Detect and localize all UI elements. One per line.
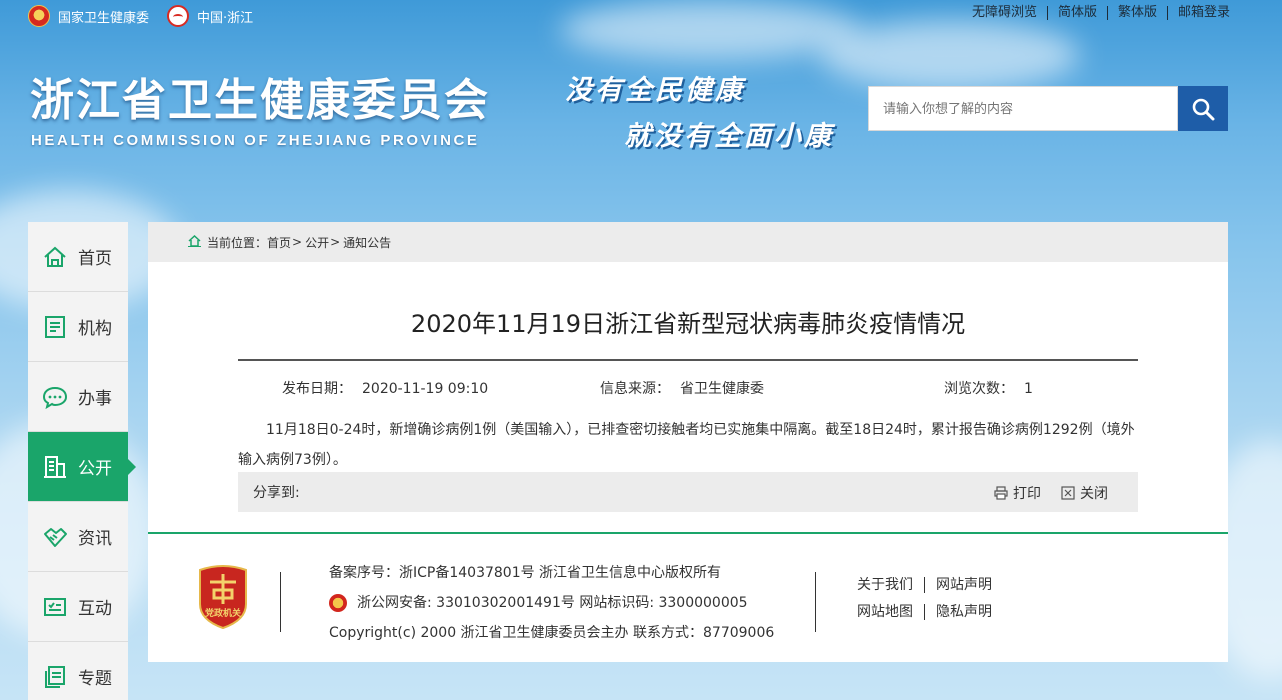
national-emblem-icon: [28, 5, 50, 27]
breadcrumb: 当前位置： 首页 > 公开 > 通知公告: [148, 222, 1228, 262]
article-body: 11月18日0-24时，新增确诊病例1例（美国输入），已排查密切接触者均已实施集…: [238, 422, 1135, 468]
badge-text: 党政机关: [205, 607, 241, 619]
breadcrumb-public[interactable]: 公开: [305, 234, 329, 251]
main-content: 当前位置： 首页 > 公开 > 通知公告 2020年11月19日浙江省新型冠状病毒肺…: [148, 222, 1228, 662]
files-icon: [42, 664, 68, 690]
top-right-links: 无障碍浏览 简体版 繁体版 邮箱登录: [962, 6, 1240, 20]
document-icon: [42, 314, 68, 340]
nav-item-label: 资讯: [78, 529, 112, 549]
zhejiang-label: 中国·浙江: [197, 10, 254, 26]
source-value: 省卫生健康委: [680, 381, 764, 397]
footer-links-row-2: 网站地图 隐私声明: [857, 599, 1003, 626]
side-nav: 首页 机构 办事 公开 资讯 互动 专题: [28, 222, 136, 700]
share-label: 分享到:: [253, 485, 300, 501]
site-subtitle: HEALTH COMMISSION OF ZHEJIANG PROVINCE: [31, 132, 480, 149]
nav-item-label: 专题: [78, 669, 112, 689]
privacy-statement-link[interactable]: 隐私声明: [924, 604, 1003, 620]
about-us-link[interactable]: 关于我们: [857, 577, 924, 593]
breadcrumb-separator: >: [330, 235, 341, 249]
share-actions: 打印 关闭: [974, 483, 1108, 503]
location-home-icon: [188, 234, 201, 250]
nav-item-label: 办事: [78, 389, 112, 409]
source-label: 信息来源：: [600, 381, 670, 397]
search-input[interactable]: [868, 86, 1178, 131]
breadcrumb-separator: >: [292, 235, 303, 249]
slogan-line-1: 没有全民健康: [565, 75, 745, 106]
publish-value: 2020-11-19 09:10: [362, 381, 489, 397]
views-label: 浏览次数：: [944, 381, 1014, 397]
share-bar: 分享到: 打印 关闭: [238, 472, 1138, 512]
close-icon: [1061, 486, 1075, 500]
view-count: 浏览次数： 1: [944, 378, 1033, 398]
nav-item-services[interactable]: 办事: [28, 362, 128, 432]
home-icon: [42, 244, 68, 270]
mail-login-link[interactable]: 邮箱登录: [1166, 6, 1240, 20]
party-government-badge[interactable]: 党政机关: [196, 564, 250, 630]
chat-icon: [42, 384, 68, 410]
footer-police-line: 浙公网安备: 33010302001491号 网站标识码: 3300000005: [329, 588, 774, 618]
close-label: 关闭: [1080, 486, 1108, 502]
footer: 党政机关 备案序号：浙ICP备14037801号 浙江省卫生信息中心版权所有 浙…: [148, 534, 1228, 662]
print-button[interactable]: 打印: [994, 483, 1041, 503]
building-icon: [42, 454, 68, 480]
nav-item-institution[interactable]: 机构: [28, 292, 128, 362]
nav-item-topics[interactable]: 专题: [28, 642, 128, 700]
printer-icon: [994, 486, 1008, 500]
nav-item-interaction[interactable]: 互动: [28, 572, 128, 642]
footer-icp-line: 备案序号：浙ICP备14037801号 浙江省卫生信息中心版权所有: [329, 565, 722, 581]
nav-item-label: 首页: [78, 249, 112, 269]
nav-item-news[interactable]: 资讯: [28, 502, 128, 572]
site-statement-link[interactable]: 网站声明: [924, 577, 1003, 593]
title-divider: [238, 359, 1138, 361]
slogan-line-2: 就没有全面小康: [624, 121, 834, 152]
nav-item-public[interactable]: 公开: [28, 432, 136, 502]
footer-police-text[interactable]: 浙公网安备: 33010302001491号 网站标识码: 3300000005: [357, 588, 748, 618]
article-title: 2020年11月19日浙江省新型冠状病毒肺炎疫情情况: [410, 310, 966, 338]
breadcrumb-home[interactable]: 首页: [267, 234, 291, 251]
views-value: 1: [1024, 381, 1033, 397]
nav-item-label: 互动: [78, 599, 112, 619]
simplified-link[interactable]: 简体版: [1046, 6, 1107, 20]
footer-divider-left: [280, 572, 281, 632]
search-box: [868, 86, 1228, 131]
nhc-label: 国家卫生健康委: [58, 10, 150, 26]
footer-links-row-1: 关于我们 网站声明: [857, 572, 1003, 599]
party-government-badge-icon: 党政机关: [199, 565, 247, 630]
print-label: 打印: [1013, 486, 1041, 502]
breadcrumb-prefix: 当前位置：: [207, 235, 268, 250]
traditional-link[interactable]: 繁体版: [1106, 6, 1167, 20]
info-source: 信息来源： 省卫生健康委: [600, 378, 764, 398]
police-emblem-icon: [329, 594, 347, 612]
publish-date: 发布日期： 2020-11-19 09:10: [282, 378, 488, 398]
sitemap-link[interactable]: 网站地图: [857, 604, 924, 620]
footer-divider-right: [815, 572, 816, 632]
search-icon: [1192, 98, 1215, 120]
site-title[interactable]: 浙江省卫生健康委员会: [30, 64, 490, 128]
footer-info: 备案序号：浙ICP备14037801号 浙江省卫生信息中心版权所有 浙公网安备:…: [329, 558, 774, 648]
nav-item-label: 机构: [78, 319, 112, 339]
breadcrumb-notices[interactable]: 通知公告: [343, 234, 391, 251]
zhejiang-logo-icon: [167, 5, 190, 27]
handshake-icon: [42, 524, 68, 550]
footer-copyright-line: Copyright(c) 2000 浙江省卫生健康委员会主办 联系方式：8770…: [329, 625, 775, 641]
top-left-links: 国家卫生健康委 中国·浙江: [28, 5, 271, 27]
nhc-link[interactable]: 国家卫生健康委: [28, 5, 149, 27]
accessibility-link[interactable]: 无障碍浏览: [962, 6, 1047, 20]
board-icon: [42, 594, 68, 620]
top-bar: 国家卫生健康委 中国·浙江 无障碍浏览 简体版 繁体版 邮箱登录: [0, 0, 1282, 34]
zhejiang-link[interactable]: 中国·浙江: [167, 5, 253, 27]
nav-item-label: 公开: [78, 459, 112, 479]
footer-links: 关于我们 网站声明 网站地图 隐私声明: [857, 572, 1003, 626]
search-button[interactable]: [1178, 86, 1228, 131]
publish-label: 发布日期：: [282, 381, 352, 397]
nav-item-home[interactable]: 首页: [28, 222, 128, 292]
close-button[interactable]: 关闭: [1061, 483, 1108, 503]
